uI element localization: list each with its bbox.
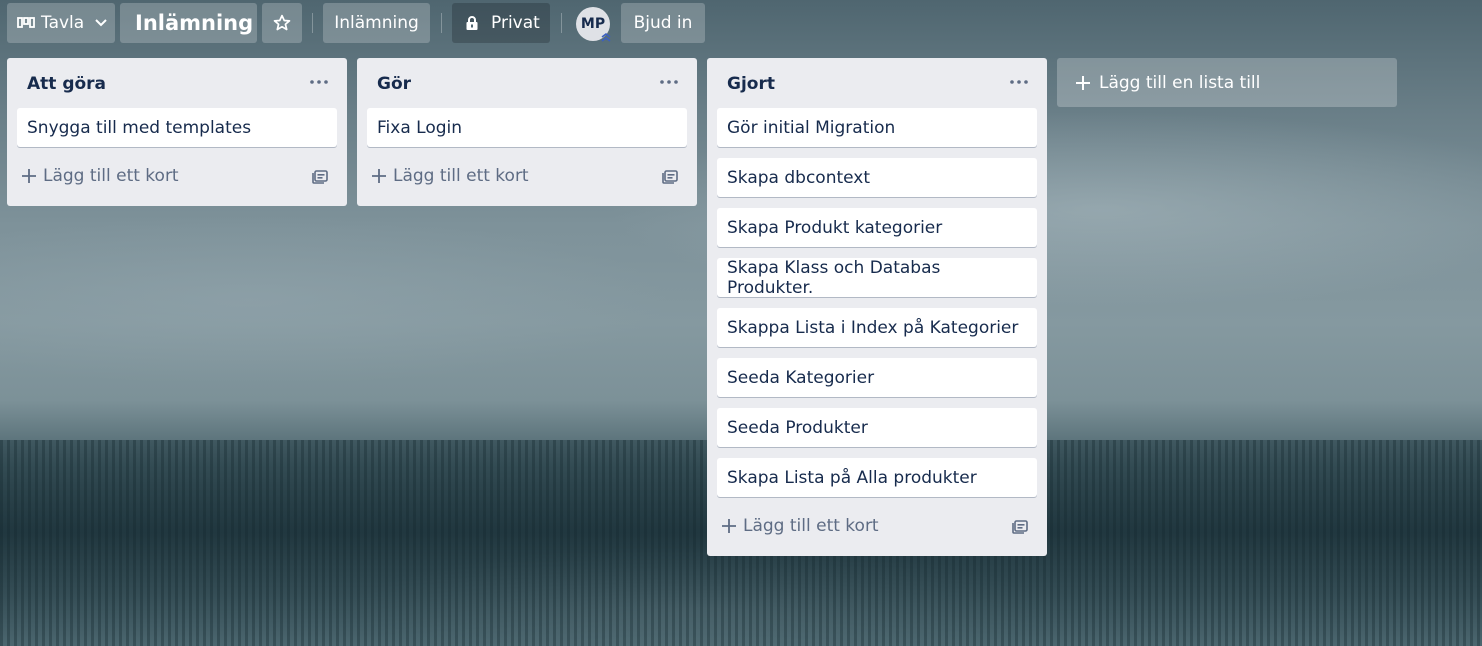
more-icon[interactable] — [1007, 70, 1031, 94]
member-avatar[interactable]: MP — [576, 7, 611, 42]
workspace-label: Inlämning — [334, 13, 419, 33]
board-header: Tavla Inlämning Inlämning Privat MP Bjud… — [0, 3, 1482, 43]
add-card-button[interactable]: Lägg till ett kort — [371, 156, 529, 196]
card[interactable]: Skapa Lista på Alla produkter — [717, 458, 1037, 497]
list-title[interactable]: Gjort — [727, 74, 775, 94]
workspace-button[interactable]: Inlämning — [323, 3, 430, 43]
list-title[interactable]: Gör — [377, 74, 411, 94]
admin-chevron-icon — [601, 33, 611, 42]
invite-label: Bjud in — [633, 13, 693, 33]
card-template-icon[interactable] — [661, 168, 679, 184]
visibility-label: Privat — [491, 13, 540, 33]
list-footer: Lägg till ett kort — [367, 156, 687, 198]
visibility-button[interactable]: Privat — [452, 3, 550, 43]
invite-button[interactable]: Bjud in — [621, 3, 705, 43]
plus-icon — [722, 519, 736, 533]
add-list-label: Lägg till en lista till — [1099, 72, 1261, 93]
board-title[interactable]: Inlämning — [120, 3, 257, 43]
card[interactable]: Skappa Lista i Index på Kategorier — [717, 308, 1037, 347]
list-header: Att göra — [17, 58, 337, 108]
star-icon — [273, 14, 291, 31]
list-att-gora: Att göra Snygga till med templates Lägg … — [7, 58, 347, 206]
card[interactable]: Skapa dbcontext — [717, 158, 1037, 197]
lock-icon — [466, 16, 478, 30]
add-card-button[interactable]: Lägg till ett kort — [721, 506, 879, 546]
more-icon[interactable] — [657, 70, 681, 94]
star-button[interactable] — [262, 3, 302, 43]
card[interactable]: Seeda Produkter — [717, 408, 1037, 447]
list-gor: Gör Fixa Login Lägg till ett kort — [357, 58, 697, 206]
add-list-button[interactable]: Lägg till en lista till — [1057, 58, 1397, 107]
header-divider — [312, 13, 313, 33]
plus-icon — [22, 169, 36, 183]
more-icon[interactable] — [307, 70, 331, 94]
view-switcher-label: Tavla — [41, 13, 85, 33]
list-footer: Lägg till ett kort — [17, 156, 337, 198]
header-divider — [441, 13, 442, 33]
add-card-button[interactable]: Lägg till ett kort — [21, 156, 179, 196]
add-card-label: Lägg till ett kort — [393, 166, 529, 186]
add-card-label: Lägg till ett kort — [43, 166, 179, 186]
avatar-initials: MP — [580, 16, 606, 32]
card[interactable]: Skapa Klass och Databas Produkter. — [717, 258, 1037, 298]
list-header: Gör — [367, 58, 687, 108]
chevron-down-icon — [95, 19, 107, 27]
card[interactable]: Seeda Kategorier — [717, 358, 1037, 397]
header-divider — [561, 13, 562, 33]
card[interactable]: Gör initial Migration — [717, 108, 1037, 147]
card[interactable]: Fixa Login — [367, 108, 687, 147]
plus-icon — [1076, 75, 1090, 90]
card-template-icon[interactable] — [311, 168, 329, 184]
card-template-icon[interactable] — [1011, 518, 1029, 534]
board-view-icon — [17, 17, 35, 28]
list-header: Gjort — [717, 58, 1037, 108]
card[interactable]: Snygga till med templates — [17, 108, 337, 147]
board-title-text: Inlämning — [135, 11, 254, 35]
list-gjort: Gjort Gör initial Migration Skapa dbcont… — [707, 58, 1047, 556]
list-title[interactable]: Att göra — [27, 74, 106, 94]
list-footer: Lägg till ett kort — [717, 506, 1037, 548]
add-card-label: Lägg till ett kort — [743, 516, 879, 536]
card[interactable]: Skapa Produkt kategorier — [717, 208, 1037, 247]
plus-icon — [372, 169, 386, 183]
view-switcher-button[interactable]: Tavla — [7, 3, 115, 43]
